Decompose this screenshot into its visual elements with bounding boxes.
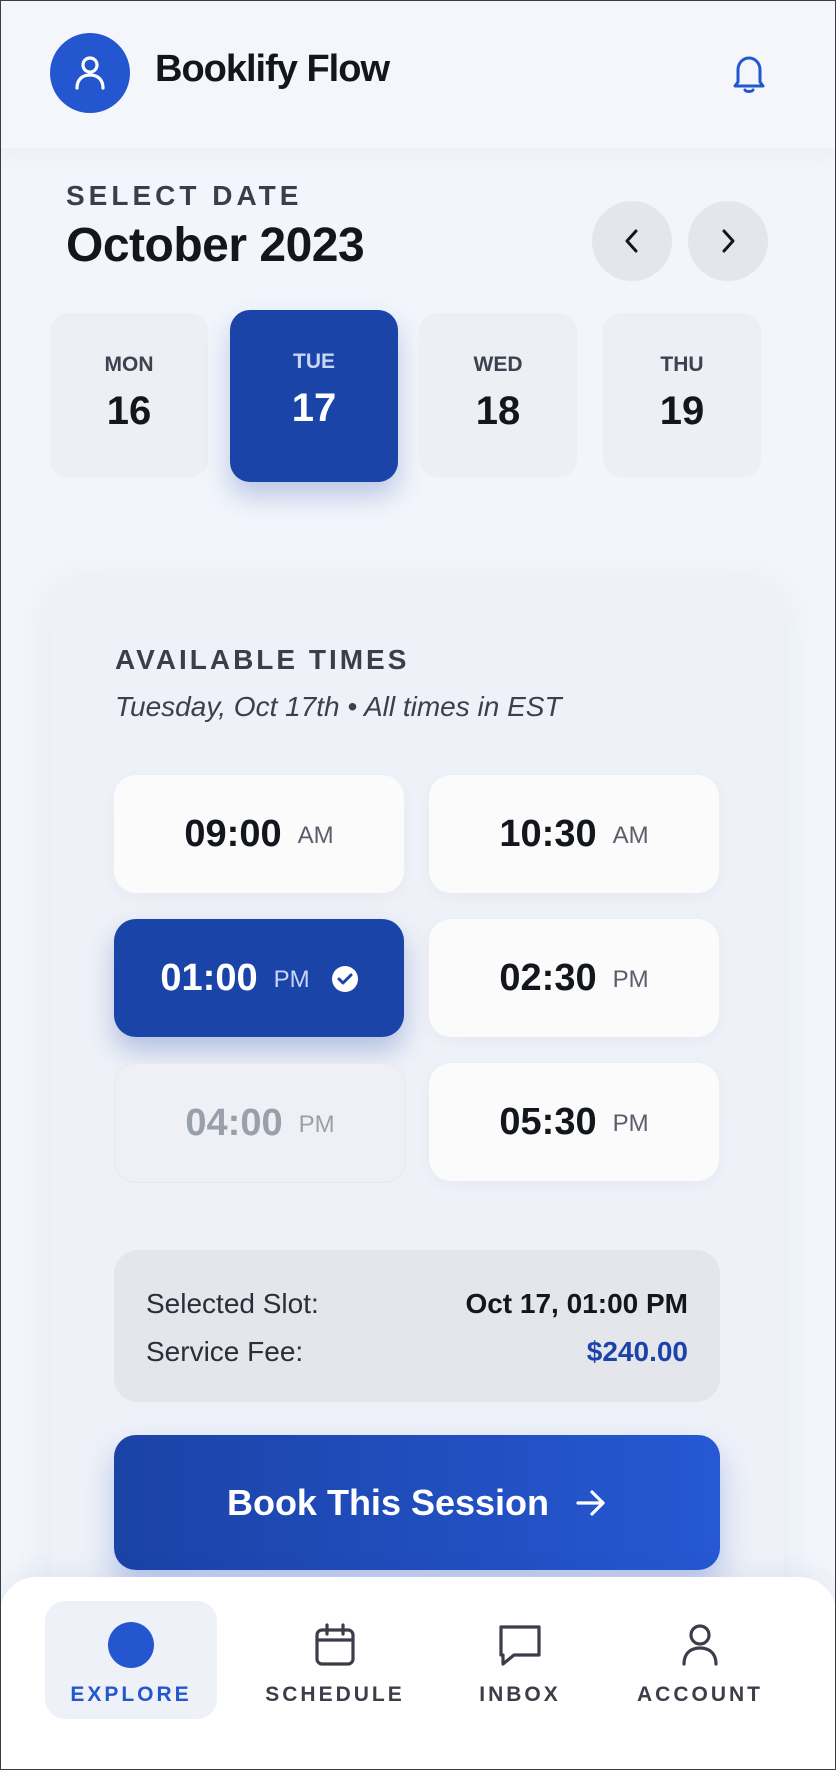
book-session-button[interactable]: Book This Session bbox=[114, 1435, 720, 1570]
prev-month-button[interactable] bbox=[592, 201, 672, 281]
arrow-right-icon bbox=[575, 1489, 607, 1517]
select-date-label: SELECT DATE bbox=[66, 180, 303, 211]
day-number: 17 bbox=[291, 386, 337, 430]
month-title: October 2023 bbox=[66, 219, 365, 272]
check-circle-icon bbox=[331, 966, 358, 992]
slot-time: 02:30 bbox=[499, 956, 597, 999]
app-title: Booklify Flow bbox=[155, 48, 390, 90]
tab-account[interactable]: ACCOUNT bbox=[625, 1601, 775, 1719]
chevron-right-icon bbox=[722, 229, 735, 253]
day-name: THU bbox=[660, 353, 704, 376]
bell-icon bbox=[733, 56, 765, 93]
slot-period: PM bbox=[612, 1110, 649, 1137]
slot-period: PM bbox=[273, 966, 310, 993]
slot-period: AM bbox=[297, 822, 334, 849]
time-slot[interactable]: 02:30 PM bbox=[429, 919, 719, 1037]
calendar-icon bbox=[315, 1623, 355, 1666]
bottom-navigation: EXPLORE SCHEDULE INBOX ACCOUNT bbox=[0, 1577, 836, 1770]
tab-label: SCHEDULE bbox=[265, 1683, 405, 1706]
user-icon bbox=[682, 1624, 718, 1666]
day-thu[interactable]: THU 19 bbox=[603, 313, 761, 477]
app-header: Booklify Flow bbox=[0, 0, 836, 148]
time-slot-disabled: 04:00 PM bbox=[114, 1063, 406, 1183]
day-mon[interactable]: MON 16 bbox=[50, 313, 208, 477]
time-slot[interactable]: 09:00 AM bbox=[114, 775, 404, 893]
day-name: MON bbox=[104, 353, 154, 376]
day-tue[interactable]: TUE 17 bbox=[230, 310, 398, 482]
slot-time: 05:30 bbox=[499, 1100, 597, 1143]
selected-slot-label: Selected Slot: bbox=[146, 1288, 319, 1319]
time-slot[interactable]: 10:30 AM bbox=[429, 775, 719, 893]
next-month-button[interactable] bbox=[688, 201, 768, 281]
slot-period: AM bbox=[612, 822, 649, 849]
slot-time: 04:00 bbox=[185, 1101, 283, 1144]
tab-label: ACCOUNT bbox=[637, 1683, 763, 1706]
book-session-label: Book This Session bbox=[226, 1481, 550, 1523]
service-fee-value: $240.00 bbox=[586, 1336, 688, 1367]
day-number: 18 bbox=[475, 389, 521, 433]
slot-period: PM bbox=[612, 966, 649, 993]
explore-dot-icon bbox=[108, 1622, 154, 1668]
tab-label: INBOX bbox=[479, 1683, 561, 1706]
day-number: 19 bbox=[659, 389, 705, 433]
slot-time: 10:30 bbox=[499, 812, 597, 855]
available-times-subtitle: Tuesday, Oct 17th • All times in EST bbox=[115, 691, 562, 722]
user-icon bbox=[75, 56, 105, 90]
tab-inbox[interactable]: INBOX bbox=[450, 1601, 590, 1719]
slot-period: PM bbox=[298, 1111, 335, 1138]
day-wed[interactable]: WED 18 bbox=[419, 313, 577, 477]
notifications-button[interactable] bbox=[724, 50, 774, 96]
time-slot[interactable]: 05:30 PM bbox=[429, 1063, 719, 1181]
service-fee-label: Service Fee: bbox=[146, 1336, 304, 1367]
tab-label: EXPLORE bbox=[70, 1683, 192, 1706]
chat-icon bbox=[499, 1625, 541, 1666]
slot-time: 01:00 bbox=[160, 956, 258, 999]
available-times-title: AVAILABLE TIMES bbox=[115, 644, 410, 675]
tab-schedule[interactable]: SCHEDULE bbox=[250, 1601, 420, 1719]
time-slot-selected[interactable]: 01:00 PM bbox=[114, 919, 404, 1037]
slot-time: 09:00 bbox=[184, 812, 282, 855]
tab-explore[interactable]: EXPLORE bbox=[45, 1601, 217, 1719]
day-name: WED bbox=[473, 353, 523, 376]
day-name: TUE bbox=[293, 350, 335, 373]
profile-avatar[interactable] bbox=[50, 33, 130, 113]
chevron-left-icon bbox=[625, 229, 638, 253]
selected-slot-value: Oct 17, 01:00 PM bbox=[465, 1288, 688, 1319]
booking-summary: Selected Slot: Oct 17, 01:00 PM Service … bbox=[114, 1250, 720, 1402]
day-number: 16 bbox=[106, 389, 152, 433]
